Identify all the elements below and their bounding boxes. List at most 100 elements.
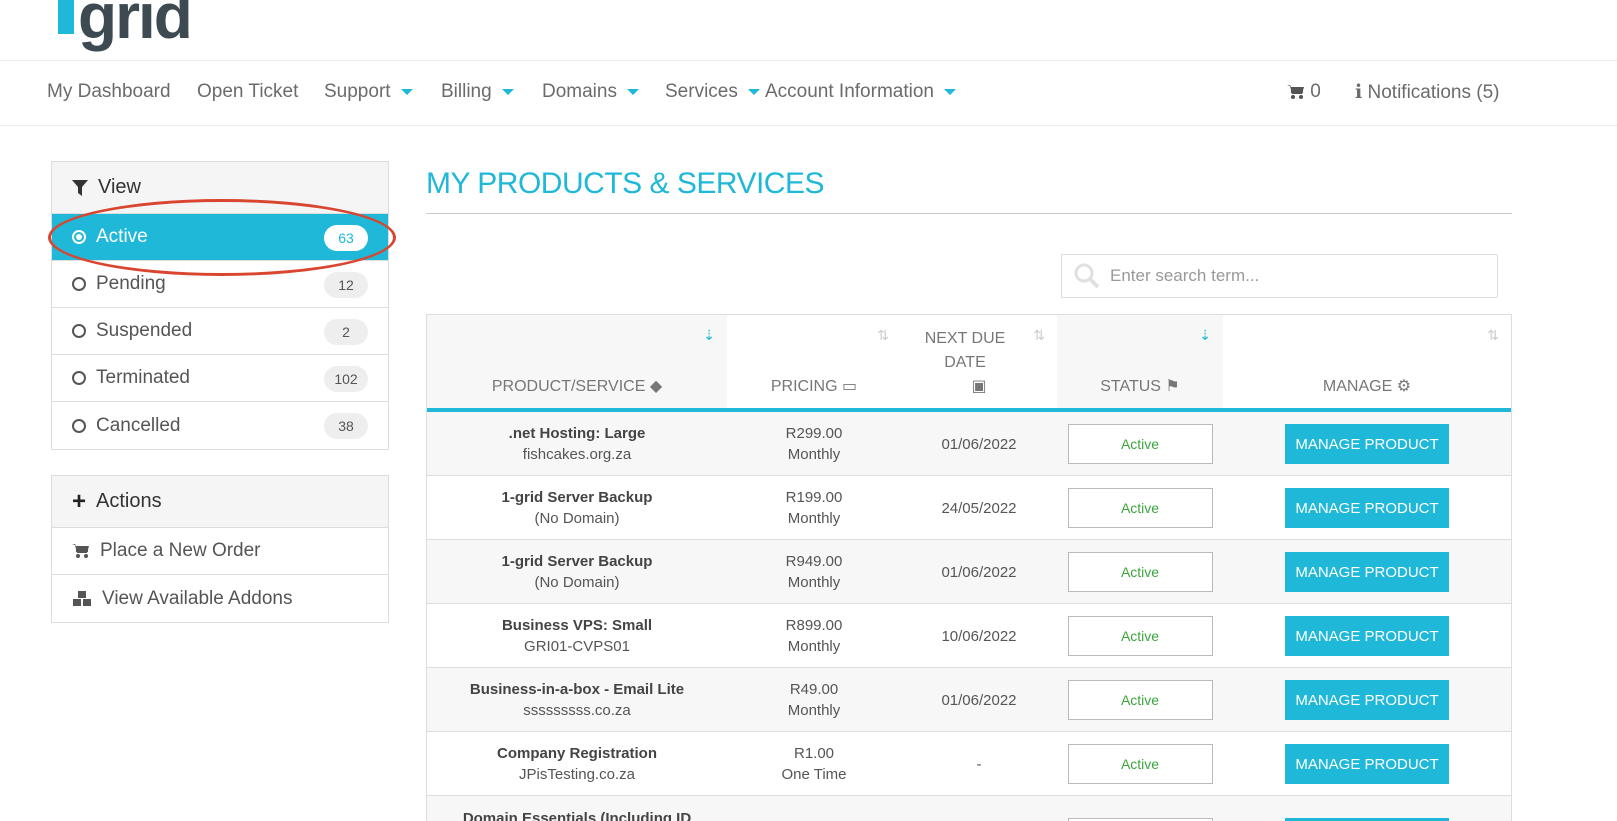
view-panel-header: View bbox=[52, 162, 388, 214]
status-badge: Active bbox=[1067, 424, 1213, 464]
status-badge: Active bbox=[1067, 488, 1213, 528]
price: R49.00 bbox=[789, 681, 839, 698]
product-name: Company Registration bbox=[496, 745, 658, 762]
radio-icon bbox=[72, 324, 86, 338]
table-header: ⇣ PRODUCT/SERVICE ◆ ⇅ PRICING ▭ ⇅ NEXT D… bbox=[427, 315, 1511, 412]
sort-asc-icon: ⇣ bbox=[1199, 327, 1211, 343]
actions-panel-title: Actions bbox=[96, 490, 162, 512]
product-domain: fishcakes.org.za bbox=[522, 446, 632, 463]
plus-icon: + bbox=[72, 487, 87, 515]
table-row[interactable]: Company Registration JPisTesting.co.za R1… bbox=[427, 732, 1511, 796]
count-badge: 2 bbox=[324, 319, 368, 345]
manage-product-button[interactable]: MANAGE PRODUCT bbox=[1285, 488, 1449, 528]
col-manage[interactable]: ⇅ MANAGE ⚙ bbox=[1223, 315, 1511, 408]
logo[interactable]: grid bbox=[58, 0, 193, 48]
status-badge: Active bbox=[1067, 552, 1213, 592]
cart-icon bbox=[72, 544, 89, 558]
product-domain: GRI01-CVPS01 bbox=[524, 638, 630, 655]
billing-cycle: Monthly bbox=[787, 446, 841, 463]
price: R1.00 bbox=[793, 745, 835, 762]
col-next-due-date[interactable]: ⇅ NEXT DUE DATE ▣ bbox=[901, 315, 1057, 408]
page-title: MY PRODUCTS & SERVICES bbox=[426, 167, 824, 200]
due-date: 01/06/2022 bbox=[941, 563, 1017, 581]
manage-product-button[interactable]: MANAGE PRODUCT bbox=[1285, 552, 1449, 592]
nav-services[interactable]: Services bbox=[665, 81, 760, 103]
price: R199.00 bbox=[785, 489, 843, 506]
nav-open-ticket[interactable]: Open Ticket bbox=[197, 81, 298, 103]
filter-cancelled[interactable]: Cancelled 38 bbox=[52, 402, 388, 449]
products-table: ⇣ PRODUCT/SERVICE ◆ ⇅ PRICING ▭ ⇅ NEXT D… bbox=[426, 314, 1512, 821]
filter-active[interactable]: Active 63 bbox=[52, 214, 388, 261]
table-row[interactable]: .net Hosting: Large fishcakes.org.za R299… bbox=[427, 412, 1511, 476]
nav-billing[interactable]: Billing bbox=[441, 81, 514, 103]
product-name: 1-grid Server Backup bbox=[501, 489, 653, 506]
table-row[interactable]: Business-in-a-box - Email Lite sssssssss.… bbox=[427, 668, 1511, 732]
manage-product-button[interactable]: MANAGE PRODUCT bbox=[1285, 744, 1449, 784]
logo-mark bbox=[58, 0, 74, 34]
product-domain: sssssssss.co.za bbox=[523, 702, 631, 719]
sort-icon: ⇅ bbox=[1487, 327, 1499, 343]
nav-support[interactable]: Support bbox=[324, 81, 413, 103]
search-input[interactable] bbox=[1110, 266, 1490, 286]
table-row[interactable]: Domain Essentials (Including ID bbox=[427, 796, 1511, 821]
filter-pending[interactable]: Pending 12 bbox=[52, 261, 388, 308]
count-badge: 63 bbox=[324, 225, 368, 251]
col-product-service[interactable]: ⇣ PRODUCT/SERVICE ◆ bbox=[427, 315, 727, 408]
manage-product-button[interactable]: MANAGE PRODUCT bbox=[1285, 424, 1449, 464]
product-name: .net Hosting: Large bbox=[508, 425, 646, 442]
due-date: 24/05/2022 bbox=[941, 499, 1017, 517]
status-badge: Active bbox=[1067, 616, 1213, 656]
credit-card-icon: ▭ bbox=[842, 378, 858, 395]
cart-count: 0 bbox=[1310, 81, 1321, 102]
product-name: Business-in-a-box - Email Lite bbox=[469, 681, 685, 698]
chevron-down-icon bbox=[747, 88, 760, 95]
radio-icon bbox=[72, 277, 86, 291]
nav-my-dashboard[interactable]: My Dashboard bbox=[47, 81, 171, 103]
product-domain: JPisTesting.co.za bbox=[519, 766, 635, 783]
billing-cycle: One Time bbox=[781, 766, 847, 783]
count-badge: 102 bbox=[324, 366, 368, 392]
billing-cycle: Monthly bbox=[787, 702, 841, 719]
actions-panel-header: + Actions bbox=[52, 476, 388, 528]
view-panel-title: View bbox=[98, 176, 141, 198]
chevron-down-icon bbox=[626, 88, 639, 95]
nav-account-information[interactable]: Account Information bbox=[765, 81, 956, 103]
search-box[interactable] bbox=[1061, 254, 1498, 298]
chevron-down-icon bbox=[943, 88, 956, 95]
manage-product-button[interactable]: MANAGE PRODUCT bbox=[1285, 616, 1449, 656]
top-nav: My Dashboard Open Ticket Support Billing… bbox=[0, 60, 1617, 126]
cube-icon: ◆ bbox=[649, 378, 663, 395]
action-view-available-addons[interactable]: View Available Addons bbox=[52, 575, 388, 622]
table-row[interactable]: 1-grid Server Backup (No Domain) R199.00 M… bbox=[427, 476, 1511, 540]
nav-notifications[interactable]: i Notifications (5) bbox=[1355, 81, 1500, 104]
view-panel: View Active 63 Pending 12 Suspended 2 Te… bbox=[51, 161, 389, 450]
table-row[interactable]: Business VPS: Small GRI01-CVPS01 R899.00 M… bbox=[427, 604, 1511, 668]
divider bbox=[426, 213, 1512, 214]
product-domain: (No Domain) bbox=[534, 510, 620, 527]
table-row[interactable]: 1-grid Server Backup (No Domain) R949.00 M… bbox=[427, 540, 1511, 604]
sort-asc-icon: ⇣ bbox=[703, 327, 715, 343]
manage-product-button[interactable]: MANAGE PRODUCT bbox=[1285, 680, 1449, 720]
due-date: 01/06/2022 bbox=[941, 691, 1017, 709]
actions-panel: + Actions Place a New Order View Availab… bbox=[51, 475, 389, 623]
col-pricing[interactable]: ⇅ PRICING ▭ bbox=[727, 315, 901, 408]
radio-icon bbox=[72, 371, 86, 385]
flag-icon: ⚑ bbox=[1165, 378, 1180, 395]
radio-icon bbox=[72, 230, 86, 244]
chevron-down-icon bbox=[501, 88, 514, 95]
filter-suspended[interactable]: Suspended 2 bbox=[52, 308, 388, 355]
status-badge: Active bbox=[1067, 680, 1213, 720]
cart-icon bbox=[1287, 84, 1304, 99]
filter-terminated[interactable]: Terminated 102 bbox=[52, 355, 388, 402]
gears-icon: ⚙ bbox=[1396, 378, 1412, 395]
billing-cycle: Monthly bbox=[787, 638, 841, 655]
price: R949.00 bbox=[785, 553, 843, 570]
product-name: Domain Essentials (Including ID bbox=[462, 810, 692, 821]
logo-text: grid bbox=[78, 0, 193, 52]
count-badge: 38 bbox=[324, 413, 368, 439]
sort-icon: ⇅ bbox=[1033, 327, 1045, 343]
nav-cart[interactable]: 0 bbox=[1287, 81, 1321, 103]
col-status[interactable]: ⇣ STATUS ⚑ bbox=[1057, 315, 1223, 408]
action-place-new-order[interactable]: Place a New Order bbox=[52, 528, 388, 575]
nav-domains[interactable]: Domains bbox=[542, 81, 639, 103]
